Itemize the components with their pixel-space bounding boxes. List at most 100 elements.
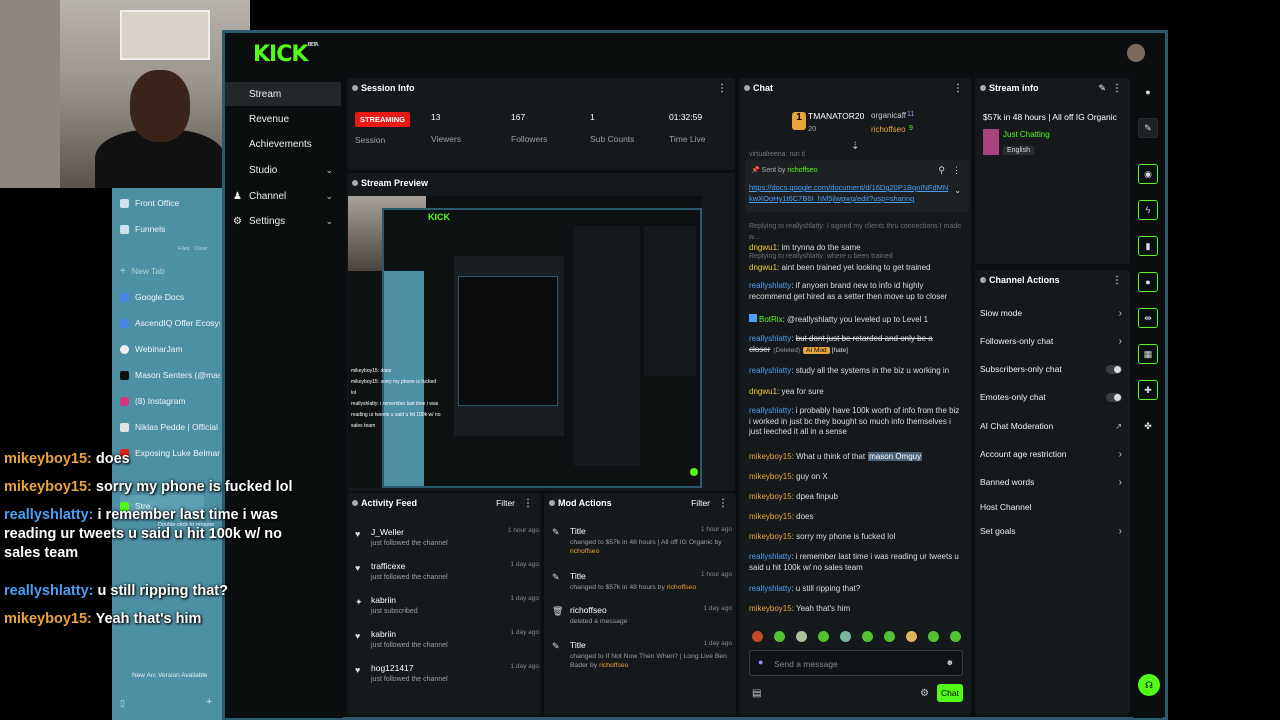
sidebar-item-channel[interactable]: ♟ Channel ⌄ bbox=[225, 184, 341, 208]
chat-username[interactable]: reallyshlatty bbox=[749, 334, 791, 343]
kick-logo[interactable]: KICKBETA bbox=[253, 42, 319, 67]
arc-item-ascendiq[interactable]: AscendIQ Offer Ecosyst... bbox=[120, 312, 220, 334]
followers-only-row[interactable]: Followers-only chat › bbox=[980, 331, 1128, 351]
arc-update-notice[interactable]: New Arc Version Available bbox=[132, 672, 207, 679]
chat-input[interactable]: ● Send a message ☻ bbox=[749, 650, 963, 676]
more-icon[interactable]: ⋮ bbox=[953, 83, 963, 94]
pinned-link[interactable]: https://docs.google.com/document/d/16Dg2… bbox=[749, 182, 949, 204]
split-icon[interactable]: ⇹ bbox=[1138, 308, 1158, 328]
more-icon[interactable]: ⋮ bbox=[717, 83, 727, 94]
stream-preview-video[interactable]: KICK mikeyboy15: does mikeyboy15: sorry m… bbox=[348, 196, 702, 488]
puzzle-icon[interactable]: ✤ bbox=[1138, 416, 1158, 436]
chat-text: sorry my phone is fucked lol bbox=[796, 532, 896, 541]
chat-username[interactable]: mikeyboy15 bbox=[749, 604, 792, 613]
host-channel-row[interactable]: Host Channel bbox=[980, 497, 1128, 517]
panel-header: Chat ⋮ bbox=[739, 78, 971, 98]
leader-name[interactable]: TMANATOR20 bbox=[808, 111, 864, 121]
chevron-down-icon[interactable]: ⌄ bbox=[954, 186, 961, 195]
chat-text: @reallyshlatty you leveled up to Level 1 bbox=[787, 315, 929, 324]
list-item: ✎ Title changed to $57k in 48 hours by ric… bbox=[552, 571, 732, 591]
chat-text: study all the systems in the biz u worki… bbox=[795, 366, 950, 375]
banned-words-row[interactable]: Banned words › bbox=[980, 472, 1128, 492]
subscribers-only-row[interactable]: Subscribers-only chat bbox=[980, 359, 1128, 379]
emote-icon bbox=[752, 631, 763, 642]
phone-icon[interactable]: ▮ bbox=[1138, 236, 1158, 256]
reply-context: Replying to reallyshlatty: I signed my c… bbox=[749, 223, 962, 241]
gear-icon[interactable]: ⚙ bbox=[920, 688, 929, 699]
emoji-icon[interactable]: ☻ bbox=[946, 658, 954, 667]
chat-username[interactable]: mikeyboy15 bbox=[749, 452, 792, 461]
sidebar-item-achievements[interactable]: Achievements bbox=[225, 132, 341, 156]
filter-button[interactable]: Filter bbox=[496, 498, 515, 508]
chat-username[interactable]: reallyshlatty bbox=[749, 584, 791, 593]
arc-item-label: Mason Senters (@maso... bbox=[135, 370, 220, 380]
layout-icon[interactable]: ▦ bbox=[1138, 344, 1158, 364]
arc-item-instagram[interactable]: (8) Instagram bbox=[120, 390, 220, 412]
chat-username[interactable]: dngwu1 bbox=[749, 263, 777, 272]
support-icon[interactable]: ☊ bbox=[1138, 674, 1160, 696]
arc-item-funnels[interactable]: Funnels bbox=[120, 218, 220, 240]
more-icon[interactable]: ⋮ bbox=[718, 498, 728, 509]
collapse-icon[interactable]: ⇣ bbox=[851, 141, 859, 152]
leader-name[interactable]: organicaff bbox=[871, 111, 906, 120]
account-age-row[interactable]: Account age restriction › bbox=[980, 444, 1128, 464]
chat-username[interactable]: dngwu1 bbox=[749, 243, 777, 252]
chat-username[interactable]: mikeyboy15 bbox=[749, 512, 792, 521]
more-icon[interactable]: ⋮ bbox=[523, 498, 533, 509]
arc-files-tag[interactable]: Files Clear bbox=[178, 246, 207, 252]
leader-name[interactable]: richoffseo bbox=[871, 125, 906, 134]
tool-icon[interactable]: ✚ bbox=[1138, 380, 1158, 400]
lightning-icon[interactable]: ϟ bbox=[1138, 200, 1158, 220]
trash-icon[interactable]: ▯ bbox=[120, 698, 125, 709]
category-thumbnail[interactable] bbox=[983, 129, 999, 155]
info-icon[interactable]: ● bbox=[1138, 82, 1158, 102]
stat-subs: 1 Sub Counts bbox=[590, 112, 635, 144]
emotes-only-row[interactable]: Emotes-only chat bbox=[980, 387, 1128, 407]
arc-item-front-office[interactable]: Front Office bbox=[120, 192, 220, 214]
filter-button[interactable]: Filter bbox=[691, 498, 710, 508]
slow-mode-row[interactable]: Slow mode › bbox=[980, 303, 1128, 323]
overlay-chat-line: reallyshlatty: u still ripping that? bbox=[4, 582, 294, 601]
chat-username[interactable]: mikeyboy15 bbox=[749, 532, 792, 541]
edit-icon[interactable]: ✎ bbox=[1138, 118, 1158, 138]
edit-icon[interactable]: ✎ bbox=[1098, 83, 1106, 94]
chat-username[interactable]: mikeyboy15 bbox=[749, 492, 792, 501]
panel-title: Activity Feed bbox=[361, 498, 418, 508]
sidebar-item-settings[interactable]: ⚙ Settings ⌄ bbox=[225, 209, 341, 233]
ai-moderation-row[interactable]: AI Chat Moderation ↗ bbox=[980, 416, 1128, 436]
category-link[interactable]: Just Chatting bbox=[1003, 130, 1050, 139]
chat-username[interactable]: reallyshlatty bbox=[749, 552, 791, 561]
camera-icon[interactable]: ◉ bbox=[1138, 164, 1158, 184]
list-item: ♥ J_Weller just followed the channel 1 hour… bbox=[355, 527, 539, 547]
arc-item-google-docs[interactable]: Google Docs bbox=[120, 286, 220, 308]
more-icon[interactable]: ⋮ bbox=[1112, 83, 1122, 94]
set-goals-row[interactable]: Set goals › bbox=[980, 521, 1128, 541]
chat-bubble-icon[interactable]: ● bbox=[1138, 272, 1158, 292]
chat-message: BotRix: @reallyshlatty you leveled up to… bbox=[749, 314, 963, 326]
chat-username[interactable]: reallyshlatty bbox=[749, 366, 791, 375]
add-icon[interactable]: + bbox=[206, 696, 212, 708]
avatar[interactable] bbox=[1127, 44, 1145, 62]
arc-new-tab[interactable]: + New Tab bbox=[120, 260, 220, 282]
chat-message: reallyshlatty: i remember last time i wa… bbox=[749, 552, 959, 572]
pin-icon[interactable]: ⚲ bbox=[938, 165, 945, 176]
chat-username[interactable]: dngwu1 bbox=[749, 387, 777, 396]
more-icon[interactable]: ⋮ bbox=[952, 165, 961, 176]
user-icon: ♟ bbox=[233, 190, 242, 202]
chat-username[interactable]: mikeyboy15 bbox=[749, 472, 792, 481]
store-icon[interactable]: ▤ bbox=[752, 688, 761, 699]
leader-count: 9 bbox=[909, 125, 913, 132]
send-chat-button[interactable]: Chat bbox=[937, 684, 963, 702]
sidebar-item-stream[interactable]: Stream bbox=[225, 82, 341, 106]
arc-item-mason-senters[interactable]: Mason Senters (@maso... bbox=[120, 364, 220, 386]
chat-username[interactable]: reallyshlatty bbox=[749, 281, 791, 290]
arc-item-webinarjam[interactable]: WebinarJam bbox=[120, 338, 220, 360]
arc-item-niklas-pedde[interactable]: Niklas Pedde | Official H... bbox=[120, 416, 220, 438]
sidebar-item-revenue[interactable]: Revenue bbox=[225, 107, 341, 131]
more-icon[interactable]: ⋮ bbox=[1112, 275, 1122, 286]
chat-username[interactable]: BotRix bbox=[759, 315, 783, 324]
sidebar-item-studio[interactable]: Studio ⌄ bbox=[225, 158, 341, 182]
chat-message: dngwu1: yea for sure bbox=[749, 387, 824, 396]
chat-username[interactable]: reallyshlatty bbox=[749, 406, 791, 415]
mic-icon[interactable]: ● bbox=[758, 657, 763, 667]
